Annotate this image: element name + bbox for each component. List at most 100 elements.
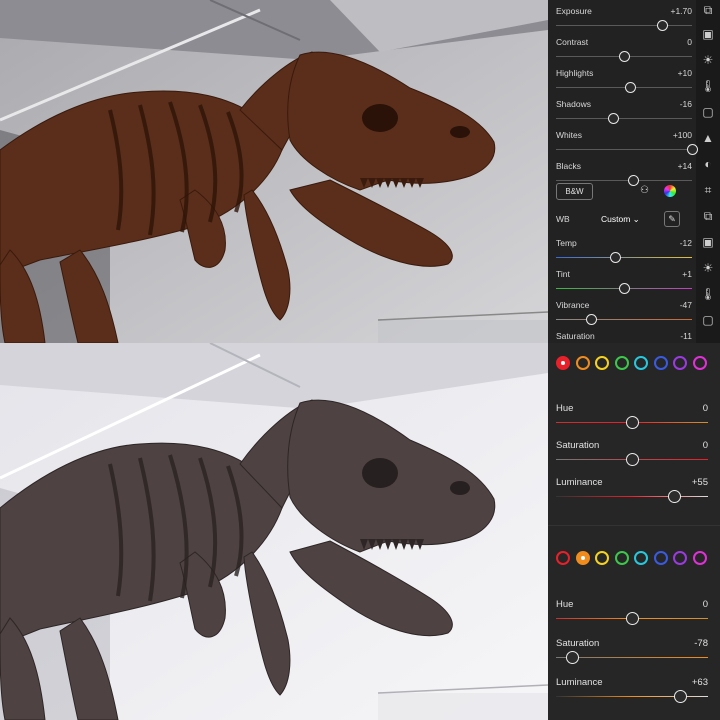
slider-label: Luminance xyxy=(556,477,603,488)
slider-track[interactable] xyxy=(556,87,692,88)
slider-track[interactable] xyxy=(556,319,692,320)
slider-whites[interactable]: Whites +100 xyxy=(556,130,698,160)
bw-button[interactable]: B&W xyxy=(556,183,593,200)
hsl-slider-luminance[interactable]: Luminance +63 xyxy=(556,677,708,707)
color-wheel-icon[interactable] xyxy=(664,185,676,197)
photo-before xyxy=(0,0,548,343)
color-swatch-row xyxy=(556,356,712,376)
hsl-slider-hue[interactable]: Hue 0 xyxy=(556,599,708,629)
swatch-purple[interactable] xyxy=(673,356,687,370)
slider-highlights[interactable]: Highlights +10 xyxy=(556,68,692,98)
swatch-aqua[interactable] xyxy=(634,551,648,565)
slider-track[interactable] xyxy=(556,180,692,181)
dinosaur-photo-neutral xyxy=(0,343,548,720)
slider-contrast[interactable]: Contrast 0 xyxy=(556,37,692,67)
swatch-magenta[interactable] xyxy=(692,551,707,565)
slider-label: Hue xyxy=(556,599,574,610)
light-icon[interactable]: ☀ xyxy=(700,260,716,276)
swatch-aqua[interactable] xyxy=(634,356,648,370)
slider-thumb[interactable] xyxy=(566,651,580,664)
detail-icon[interactable]: ▲ xyxy=(700,130,716,146)
optics-icon[interactable]: ◐ xyxy=(700,156,716,172)
slider-value: -16 xyxy=(679,99,692,109)
slider-label: Exposure xyxy=(556,6,592,16)
slider-track[interactable] xyxy=(556,118,692,119)
slider-track[interactable] xyxy=(556,25,692,26)
slider-label: Temp xyxy=(556,238,577,248)
slider-label: Hue xyxy=(556,403,574,414)
slider-track[interactable] xyxy=(556,496,708,497)
slider-value: +55 xyxy=(691,477,708,488)
copy-icon[interactable]: ⧉ xyxy=(700,2,716,18)
wb-select-value: Custom xyxy=(601,214,631,224)
wb-select[interactable]: Custom ⌄ xyxy=(601,214,640,225)
slider-thumb[interactable] xyxy=(674,690,688,703)
vignette-icon[interactable]: ▢ xyxy=(700,312,716,328)
swatch-red[interactable] xyxy=(556,356,570,370)
swatch-magenta[interactable] xyxy=(692,356,707,370)
color-swatch-row xyxy=(556,551,712,571)
slider-label: Luminance xyxy=(556,677,603,688)
swatch-yellow[interactable] xyxy=(595,356,609,370)
copy-icon[interactable]: ⧉ xyxy=(700,208,716,224)
slider-label: Saturation xyxy=(556,440,600,451)
slider-value: +100 xyxy=(672,130,692,140)
slider-shadows[interactable]: Shadows -16 xyxy=(556,99,692,129)
slider-thumb[interactable] xyxy=(668,490,682,503)
hsl-slider-saturation[interactable]: Saturation 0 xyxy=(556,440,708,470)
swatch-green[interactable] xyxy=(614,551,629,565)
slider-thumb[interactable] xyxy=(607,113,619,124)
slider-thumb[interactable] xyxy=(618,51,630,62)
hsl-slider-hue[interactable]: Hue 0 xyxy=(556,403,708,433)
slider-thumb[interactable] xyxy=(625,612,639,625)
color-mix-icon[interactable]: ⚇ xyxy=(640,185,652,197)
slider-exposure[interactable]: Exposure +1.70 xyxy=(556,6,692,36)
swatch-yellow[interactable] xyxy=(595,551,609,565)
swatch-green[interactable] xyxy=(614,356,629,370)
slider-track[interactable] xyxy=(556,149,692,150)
divider xyxy=(548,525,720,526)
preset-icon[interactable]: ▣ xyxy=(700,234,716,250)
slider-thumb[interactable] xyxy=(686,144,698,155)
vignette-icon[interactable]: ▢ xyxy=(700,104,716,120)
slider-thumb[interactable] xyxy=(610,252,622,263)
chevron-down-icon: ⌄ xyxy=(632,214,640,224)
hsl-slider-luminance[interactable]: Luminance +55 xyxy=(556,477,708,507)
color-temp-icon[interactable]: 🌡 xyxy=(700,286,716,302)
color-temp-icon[interactable]: 🌡 xyxy=(700,78,716,94)
slider-thumb[interactable] xyxy=(625,416,639,429)
slider-thumb[interactable] xyxy=(628,175,640,186)
slider-thumb[interactable] xyxy=(625,453,639,466)
slider-label: Tint xyxy=(556,269,570,279)
slider-vibrance[interactable]: Vibrance -47 xyxy=(556,300,692,330)
swatch-purple[interactable] xyxy=(673,551,687,565)
slider-value: 0 xyxy=(687,37,692,47)
swatch-red[interactable] xyxy=(556,551,570,565)
swatch-orange[interactable] xyxy=(575,356,590,370)
hsl-slider-saturation[interactable]: Saturation -78 xyxy=(556,638,708,668)
preset-icon[interactable]: ▣ xyxy=(700,26,716,42)
slider-label: Whites xyxy=(556,130,582,140)
slider-thumb[interactable] xyxy=(625,82,637,93)
dinosaur-photo-warm xyxy=(0,0,548,343)
light-icon[interactable]: ☀ xyxy=(700,52,716,68)
slider-label: Saturation xyxy=(556,638,600,649)
slider-temp[interactable]: Temp -12 xyxy=(556,238,692,268)
slider-value: +14 xyxy=(677,161,692,171)
photo-after xyxy=(0,343,548,720)
slider-value: +1 xyxy=(682,269,692,279)
slider-value: -78 xyxy=(694,638,708,649)
swatch-blue[interactable] xyxy=(653,356,668,370)
slider-thumb[interactable] xyxy=(656,20,668,31)
crop-icon[interactable]: ⌗ xyxy=(700,182,716,198)
swatch-blue[interactable] xyxy=(653,551,668,565)
eyedropper-icon[interactable]: ✎ xyxy=(664,211,680,227)
slider-value: +10 xyxy=(677,68,692,78)
slider-thumb[interactable] xyxy=(618,283,630,294)
slider-value: 0 xyxy=(702,440,708,451)
slider-thumb[interactable] xyxy=(585,314,597,325)
slider-tint[interactable]: Tint +1 xyxy=(556,269,692,299)
slider-value: +63 xyxy=(691,677,708,688)
swatch-orange[interactable] xyxy=(575,551,590,565)
slider-track[interactable] xyxy=(556,257,692,258)
